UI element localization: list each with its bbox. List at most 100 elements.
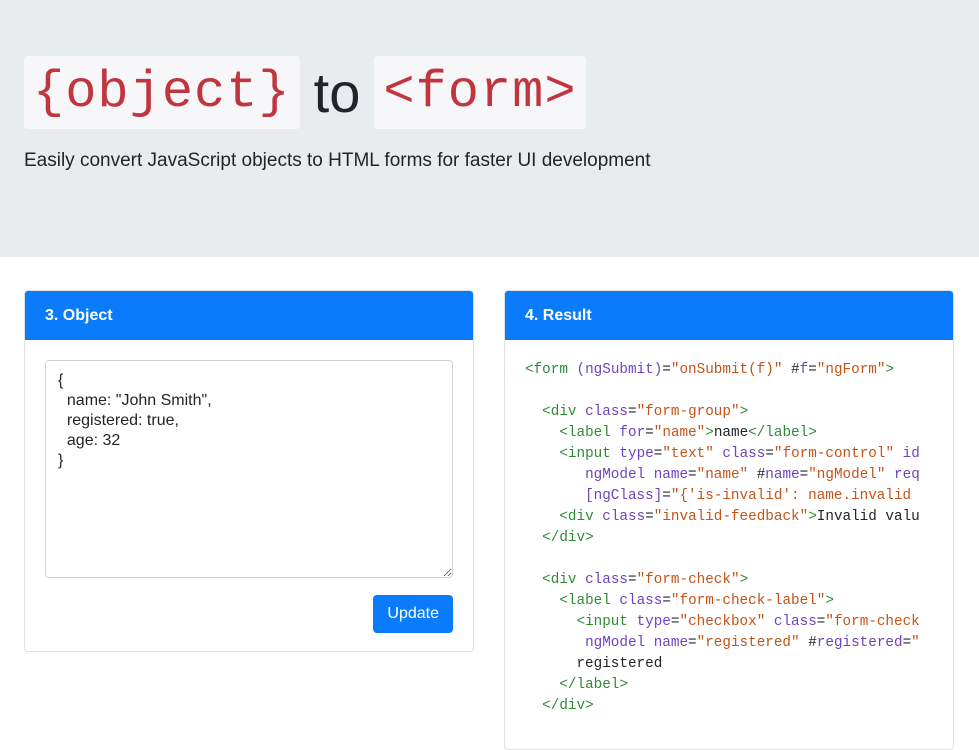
code-token: <input	[576, 614, 628, 630]
hero-banner: {object} to <form> Easily convert JavaSc…	[0, 0, 979, 257]
title-form-chip: <form>	[374, 56, 586, 129]
code-token: "form-check	[825, 614, 920, 630]
code-token: =	[645, 509, 654, 525]
code-token: "ngForm"	[816, 362, 886, 378]
result-card-body: <form (ngSubmit)="onSubmit(f)" #f="ngFor…	[505, 340, 953, 737]
code-token: >	[739, 572, 749, 588]
code-token: =	[662, 362, 671, 378]
code-token: <label	[559, 593, 611, 609]
object-card-body: { name: "John Smith", registered: true, …	[25, 340, 473, 633]
code-token: "form-check-label"	[670, 593, 826, 609]
code-token: =	[799, 467, 809, 483]
code-token: "	[911, 635, 920, 651]
code-token: "ngModel"	[808, 467, 886, 483]
code-token: for	[619, 425, 646, 441]
code-token: type	[636, 614, 671, 630]
code-line: <input type="text" class="form-control" …	[525, 444, 933, 465]
code-line: <label class="form-check-label">	[525, 591, 933, 612]
code-line: <label for="name">name</label>	[525, 423, 933, 444]
code-token: name	[713, 425, 749, 441]
object-card: 3. Object { name: "John Smith", register…	[24, 290, 474, 652]
code-token: ngModel	[585, 467, 646, 483]
result-card-header: 4. Result	[505, 291, 953, 340]
code-token: "invalid-feedback"	[653, 509, 809, 525]
code-token: f	[799, 362, 809, 378]
code-token: </label>	[559, 677, 628, 693]
code-token: "checkbox"	[679, 614, 766, 630]
code-token: >	[739, 404, 749, 420]
code-token: class	[602, 509, 646, 525]
code-token: name	[765, 467, 800, 483]
code-token: <div	[559, 509, 594, 525]
code-token: <div	[542, 572, 577, 588]
object-input[interactable]: { name: "John Smith", registered: true, …	[45, 360, 453, 578]
result-card: 4. Result <form (ngSubmit)="onSubmit(f)"…	[504, 290, 954, 750]
code-token: =	[662, 593, 671, 609]
code-token: "form-control"	[773, 446, 895, 462]
code-token: <input	[559, 446, 611, 462]
code-token: class	[585, 404, 628, 420]
code-token: >	[825, 593, 834, 609]
title-object-chip: {object}	[24, 56, 300, 129]
code-line: </div>	[525, 696, 933, 717]
code-line: <div class="form-group">	[525, 402, 933, 423]
code-token: </div>	[542, 530, 594, 546]
code-line: <input type="checkbox" class="form-check	[525, 612, 933, 633]
code-token: =	[808, 362, 817, 378]
code-line: ngModel name="registered" #registered="	[525, 633, 933, 654]
code-token: =	[628, 404, 637, 420]
code-token: </div>	[542, 698, 594, 714]
code-token: =	[902, 635, 912, 651]
code-token: class	[585, 572, 628, 588]
code-line: </label>	[525, 675, 933, 696]
code-token: </label>	[748, 425, 817, 441]
code-token: "name"	[696, 467, 749, 483]
code-token: "registered"	[696, 635, 800, 651]
code-line: ngModel name="name" #name="ngModel" req	[525, 465, 933, 486]
code-token: >	[885, 362, 895, 378]
update-button[interactable]: Update	[373, 595, 453, 633]
code-token: =	[688, 467, 697, 483]
title-connector: to	[313, 61, 361, 124]
code-token: "form-group"	[636, 404, 740, 420]
code-token: class	[619, 593, 663, 609]
code-token: type	[619, 446, 654, 462]
code-token: name	[653, 467, 689, 483]
code-token: "{'is-invalid': name.invalid	[670, 488, 912, 504]
code-line: <div class="form-check">	[525, 570, 933, 591]
code-token: ngModel	[585, 635, 646, 651]
code-token: =	[645, 425, 654, 441]
code-line: <form (ngSubmit)="onSubmit(f)" #f="ngFor…	[525, 360, 933, 381]
code-token: "text"	[662, 446, 714, 462]
code-token: <div	[542, 404, 577, 420]
code-token: req	[894, 467, 920, 483]
code-token: registered	[525, 656, 663, 672]
code-token: id	[902, 446, 920, 462]
code-token: #	[748, 467, 766, 483]
code-token: class	[722, 446, 766, 462]
code-token: #	[799, 635, 817, 651]
code-line: <div class="invalid-feedback">Invalid va…	[525, 507, 933, 528]
code-token: <form	[525, 362, 568, 378]
